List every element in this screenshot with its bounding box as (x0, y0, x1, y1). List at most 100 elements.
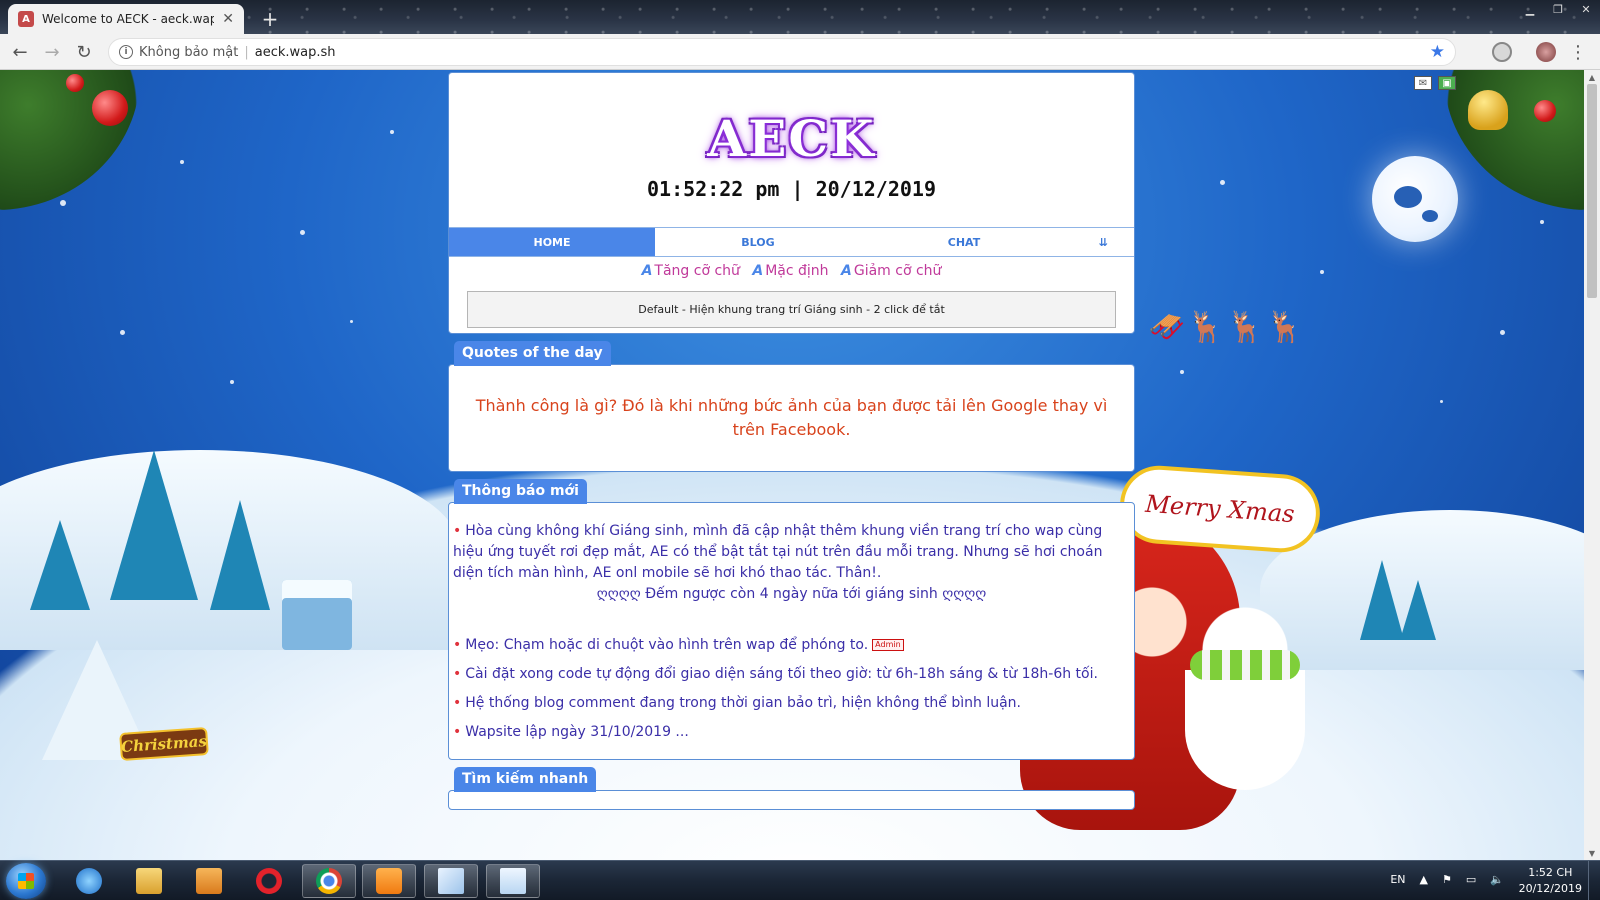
scroll-up-icon[interactable]: ▲ (1584, 70, 1600, 84)
bell-icon (1468, 90, 1508, 130)
snowflake (1220, 180, 1225, 185)
page-scrollbar[interactable]: ▲ ▼ (1584, 70, 1600, 860)
profile-avatar[interactable] (1536, 42, 1556, 62)
santa-sleigh-icon: 🛷🦌🦌🦌 (1148, 310, 1306, 345)
taskbar-date: 20/12/2019 (1518, 882, 1582, 895)
font-increase-label: Tăng cỡ chữ (654, 263, 740, 279)
list-item: • Wapsite lập ngày 31/10/2019 ... (453, 722, 1130, 743)
chrome-icon[interactable] (302, 864, 356, 898)
extension-icon[interactable] (1492, 42, 1512, 62)
snowflake (300, 230, 305, 235)
media-player-icon[interactable] (182, 864, 236, 898)
font-decrease-label: Giảm cỡ chữ (853, 263, 942, 279)
windows-taskbar: EN ▲ ⚑ ▭ 🔈 1:52 CH 20/12/2019 (0, 860, 1600, 900)
action-center-flag-icon[interactable]: ⚑ (1442, 873, 1452, 886)
browser-tab[interactable]: A Welcome to AECK - aeck.wap.sh ✕ (8, 4, 244, 34)
security-label: Không bảo mật (139, 44, 239, 60)
snowflake (1540, 220, 1544, 224)
snowflake (180, 160, 184, 164)
snowflake (230, 380, 234, 384)
snowflake (350, 320, 353, 323)
site-favicon-icon: A (18, 11, 34, 27)
bookmark-star-icon[interactable]: ★ (1430, 42, 1445, 62)
app-icon[interactable] (362, 864, 416, 898)
taskbar-time: 1:52 CH (1528, 866, 1573, 879)
scrollbar-thumb[interactable] (1587, 84, 1597, 298)
restore-icon[interactable]: ❐ (1544, 0, 1572, 18)
menu-item-blog[interactable]: BLOG (655, 228, 861, 256)
ornament-icon (1534, 100, 1556, 122)
list-item: • Cài đặt xong code tự động đổi giao diện… (453, 664, 1130, 685)
merry-xmas-sign: Merry Xmas (1117, 463, 1323, 555)
font-decrease-button[interactable]: A Giảm cỡ chữ (841, 263, 941, 279)
quote-text: Thành công là gì? Đó là khi những bức ản… (475, 396, 1108, 439)
font-decrease-icon: A (841, 263, 852, 279)
volume-icon[interactable]: 🔈 (1490, 873, 1504, 886)
new-tab-button[interactable]: + (258, 7, 282, 31)
minimize-icon[interactable]: ▁ (1516, 0, 1544, 18)
language-indicator[interactable]: EN (1390, 873, 1405, 886)
garland-right-decoration (1444, 70, 1584, 210)
snowflake (120, 330, 125, 335)
menu-expand-icon[interactable]: ⇊ (1067, 228, 1134, 256)
font-default-label: Mặc định (765, 263, 829, 279)
calendar-app-icon[interactable] (486, 864, 540, 898)
search-card (448, 790, 1135, 810)
start-button[interactable] (6, 863, 46, 899)
theme-toggle-button[interactable]: Default - Hiện khung trang trí Giáng sin… (467, 291, 1116, 328)
taskbar-clock[interactable]: 1:52 CH 20/12/2019 (1519, 865, 1582, 897)
browser-menu-icon[interactable]: ⋮ (1566, 40, 1590, 64)
font-default-button[interactable]: A Mặc định (752, 263, 828, 279)
browser-toolbar: ← → ↻ i Không bảo mật | aeck.wap.sh ★ ⋮ (0, 34, 1600, 70)
forward-arrow-icon[interactable]: → (40, 40, 64, 64)
reload-icon[interactable]: ↻ (72, 40, 96, 64)
browser-tab-bar: A Welcome to AECK - aeck.wap.sh ✕ + ▁ ❐ … (0, 0, 1600, 34)
snowflake (1180, 370, 1184, 374)
internet-explorer-icon[interactable] (62, 864, 116, 898)
tray-expand-icon[interactable]: ▲ (1420, 873, 1428, 886)
scroll-down-icon[interactable]: ▼ (1584, 846, 1600, 860)
image-icon[interactable]: ▣ (1438, 76, 1456, 90)
main-menu: HOME BLOG CHAT ⇊ (449, 227, 1134, 257)
snow-house-icon (282, 580, 352, 650)
notice-card: • Hòa cùng không khí Giáng sinh, mình đã … (448, 502, 1135, 760)
notice-item-text: Hệ thống blog comment đang trong thời gi… (465, 695, 1022, 711)
snowflake (60, 200, 66, 206)
admin-badge: Admin (872, 639, 904, 651)
snowflake (1320, 270, 1324, 274)
close-tab-icon[interactable]: ✕ (222, 11, 234, 27)
info-icon[interactable]: i (119, 45, 133, 59)
ie-glyph (76, 868, 102, 894)
snowflake (390, 130, 394, 134)
search-section-label: Tìm kiếm nhanh (454, 767, 597, 792)
back-arrow-icon[interactable]: ← (8, 40, 32, 64)
pine-tree-icon (110, 450, 198, 600)
menu-item-home[interactable]: HOME (449, 228, 655, 256)
address-bar[interactable]: i Không bảo mật | aeck.wap.sh ★ (108, 38, 1456, 66)
close-window-icon[interactable]: ✕ (1572, 0, 1600, 18)
network-icon[interactable]: ▭ (1466, 873, 1476, 886)
bullet-icon: • (453, 666, 462, 682)
moon-icon (1372, 156, 1458, 242)
show-desktop-button[interactable] (1588, 861, 1600, 900)
pine-tree-icon (1360, 560, 1404, 640)
ornament-icon (66, 74, 84, 92)
url-text[interactable]: aeck.wap.sh (255, 45, 336, 60)
site-logo[interactable]: AECK (449, 109, 1134, 168)
menu-item-chat[interactable]: CHAT (861, 228, 1067, 256)
opera-icon[interactable] (242, 864, 296, 898)
notice-intro-text: Hòa cùng không khí Giáng sinh, mình đã c… (453, 523, 1103, 581)
font-size-controls: A Tăng cỡ chữ A Mặc định A Giảm cỡ chữ (449, 263, 1134, 279)
font-increase-button[interactable]: A Tăng cỡ chữ (642, 263, 740, 279)
tab-title: Welcome to AECK - aeck.wap.sh (42, 12, 215, 26)
system-tray: EN ▲ ⚑ ▭ 🔈 (1390, 873, 1504, 886)
calendar-glyph (500, 868, 526, 894)
mail-icon[interactable]: ✉ (1414, 76, 1432, 90)
notepad-icon[interactable] (424, 864, 478, 898)
bullet-icon: • (453, 695, 462, 711)
font-increase-icon: A (641, 263, 653, 279)
notice-section-label: Thông báo mới (454, 479, 587, 504)
folder-glyph (136, 868, 162, 894)
file-explorer-icon[interactable] (122, 864, 176, 898)
notepad-glyph (438, 868, 464, 894)
